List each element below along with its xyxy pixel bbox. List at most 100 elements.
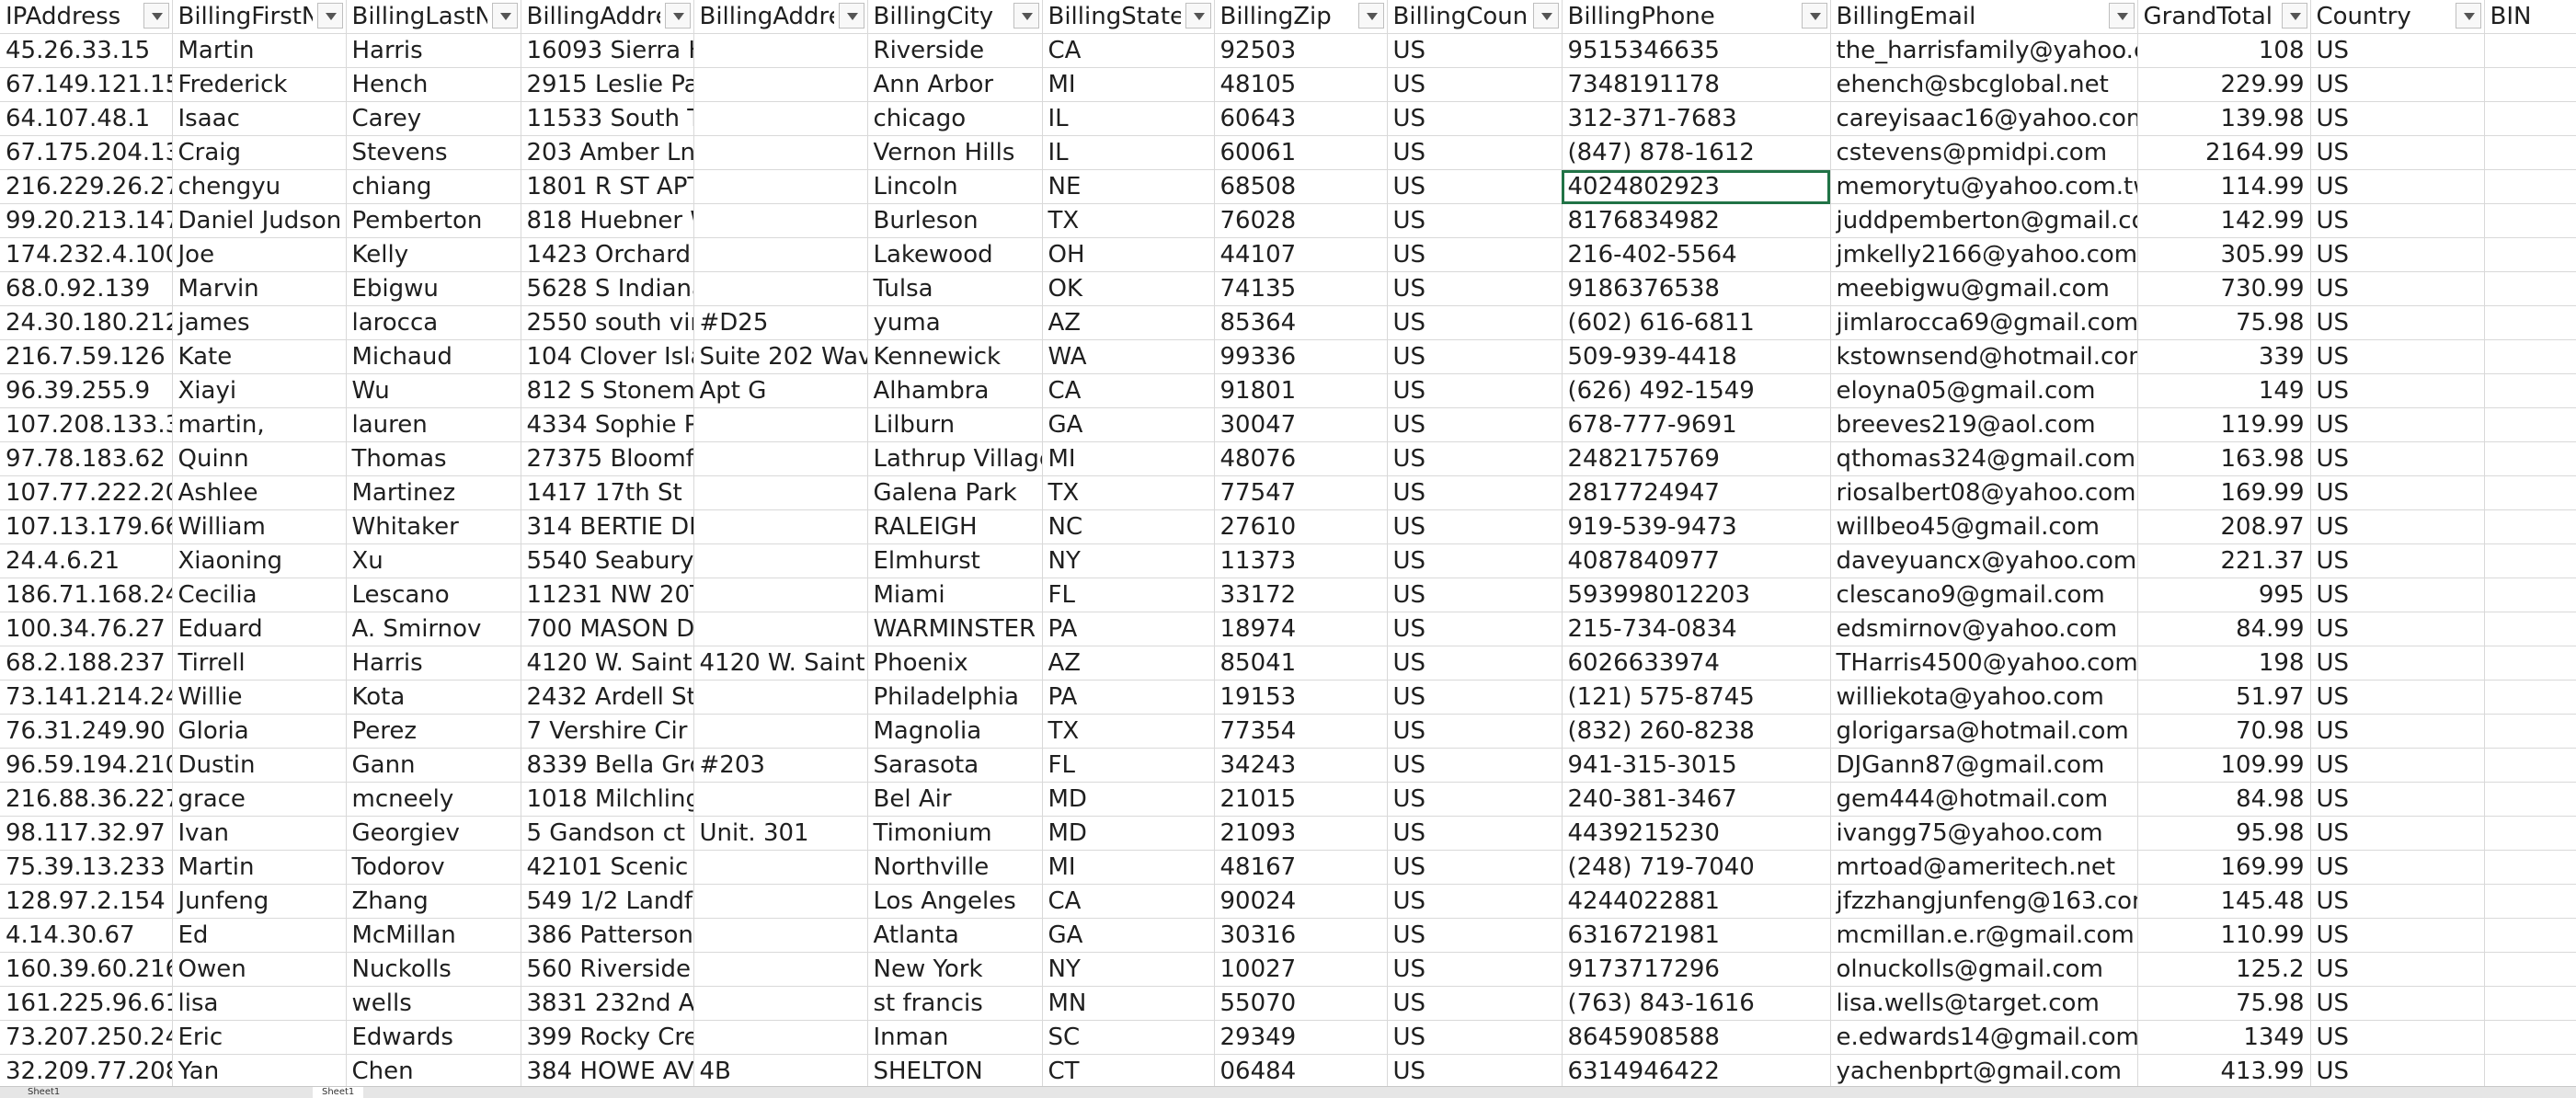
table-cell[interactable]: MI — [1042, 441, 1215, 476]
table-cell[interactable]: 73.207.250.248 — [0, 1020, 173, 1055]
table-cell[interactable] — [693, 884, 868, 919]
table-cell[interactable]: US — [1387, 850, 1563, 885]
table-cell[interactable]: ehench@sbcglobal.net — [1830, 67, 2138, 102]
table-cell[interactable]: 160.39.60.216 — [0, 952, 173, 987]
table-cell[interactable] — [2484, 646, 2576, 681]
table-cell[interactable]: (602) 616-6811 — [1562, 305, 1831, 340]
table-cell[interactable]: mrtoad@ameritech.net — [1830, 850, 2138, 885]
table-cell[interactable] — [2484, 441, 2576, 476]
table-cell[interactable] — [2484, 543, 2576, 578]
table-cell[interactable]: 42101 Scenic Lane — [521, 850, 694, 885]
table-cell[interactable]: 560 Riverside Dr — [521, 952, 694, 987]
table-cell[interactable]: US — [1387, 169, 1563, 204]
table-cell[interactable]: Kota — [346, 680, 521, 715]
table-cell[interactable] — [693, 918, 868, 953]
table-cell[interactable]: US — [2310, 271, 2485, 306]
table-cell[interactable]: Northville — [867, 850, 1043, 885]
table-cell[interactable]: 6314946422 — [1562, 1054, 1831, 1086]
table-cell[interactable]: 203 Amber Ln — [521, 135, 694, 170]
table-cell[interactable]: 9515346635 — [1562, 33, 1831, 68]
table-cell[interactable]: (626) 492-1549 — [1562, 373, 1831, 408]
table-cell[interactable] — [693, 33, 868, 68]
table-cell[interactable]: 27610 — [1214, 509, 1388, 544]
table-cell[interactable]: 5628 S Indianapolis — [521, 271, 694, 306]
table-cell[interactable] — [693, 203, 868, 238]
table-cell[interactable]: 100.34.76.27 — [0, 612, 173, 646]
table-cell[interactable]: NY — [1042, 543, 1215, 578]
table-cell[interactable]: WARMINSTER — [867, 612, 1043, 646]
table-cell[interactable] — [693, 271, 868, 306]
table-cell[interactable]: (832) 260-8238 — [1562, 714, 1831, 749]
table-cell[interactable] — [693, 237, 868, 272]
table-cell[interactable]: US — [2310, 646, 2485, 681]
table-cell[interactable]: Xiayi — [172, 373, 347, 408]
table-cell[interactable]: US — [1387, 441, 1563, 476]
table-cell[interactable] — [2484, 952, 2576, 987]
table-cell[interactable] — [2484, 578, 2576, 612]
table-cell[interactable]: Thomas — [346, 441, 521, 476]
table-cell[interactable]: 1417 17th St — [521, 475, 694, 510]
table-cell[interactable]: Xiaoning — [172, 543, 347, 578]
table-cell[interactable] — [2484, 237, 2576, 272]
table-cell[interactable]: 139.98 — [2137, 101, 2311, 136]
filter-dropdown-icon[interactable] — [1801, 3, 1827, 29]
table-cell[interactable]: MN — [1042, 986, 1215, 1021]
column-header[interactable]: BillingCity — [867, 0, 1043, 34]
table-cell[interactable]: 48167 — [1214, 850, 1388, 885]
table-cell[interactable]: 995 — [2137, 578, 2311, 612]
table-cell[interactable]: 4B — [693, 1054, 868, 1086]
table-cell[interactable]: 169.99 — [2137, 475, 2311, 510]
table-cell[interactable]: 16093 Sierra Heights — [521, 33, 694, 68]
table-cell[interactable]: 5 Gandson ct — [521, 816, 694, 851]
table-cell[interactable]: US — [1387, 884, 1563, 919]
table-cell[interactable]: US — [2310, 33, 2485, 68]
table-cell[interactable]: TX — [1042, 203, 1215, 238]
table-cell[interactable]: Unit. 301 — [693, 816, 868, 851]
table-cell[interactable]: 384 HOWE AVE — [521, 1054, 694, 1086]
table-cell[interactable]: 2164.99 — [2137, 135, 2311, 170]
table-cell[interactable]: Atlanta — [867, 918, 1043, 953]
table-cell[interactable]: olnuckolls@gmail.com — [1830, 952, 2138, 987]
table-cell[interactable]: Gann — [346, 748, 521, 783]
filter-dropdown-icon[interactable] — [1013, 3, 1039, 29]
table-cell[interactable] — [693, 714, 868, 749]
table-cell[interactable]: 215-734-0834 — [1562, 612, 1831, 646]
table-cell[interactable]: CA — [1042, 373, 1215, 408]
table-cell[interactable]: Martin — [172, 850, 347, 885]
table-cell[interactable]: meebigwu@gmail.com — [1830, 271, 2138, 306]
table-cell[interactable]: 109.99 — [2137, 748, 2311, 783]
table-cell[interactable]: AZ — [1042, 646, 1215, 681]
spreadsheet-grid[interactable]: IPAddress BillingFirstName BillingLastName… — [0, 0, 2576, 1086]
table-cell[interactable]: jimlarocca69@gmail.com — [1830, 305, 2138, 340]
table-cell[interactable]: 27375 Bloomfield — [521, 441, 694, 476]
table-cell[interactable]: US — [2310, 509, 2485, 544]
table-cell[interactable]: Kate — [172, 339, 347, 374]
table-cell[interactable]: kstownsend@hotmail.com — [1830, 339, 2138, 374]
table-cell[interactable]: 169.99 — [2137, 850, 2311, 885]
table-cell[interactable]: 06484 — [1214, 1054, 1388, 1086]
table-cell[interactable]: US — [2310, 203, 2485, 238]
table-cell[interactable]: 73.141.214.242 — [0, 680, 173, 715]
table-cell[interactable]: 60643 — [1214, 101, 1388, 136]
table-cell[interactable]: 9186376538 — [1562, 271, 1831, 306]
table-cell[interactable]: 6316721981 — [1562, 918, 1831, 953]
table-cell[interactable] — [693, 509, 868, 544]
table-cell[interactable]: st francis — [867, 986, 1043, 1021]
table-cell[interactable]: Philadelphia — [867, 680, 1043, 715]
table-cell[interactable]: 163.98 — [2137, 441, 2311, 476]
table-cell[interactable]: 18974 — [1214, 612, 1388, 646]
table-cell[interactable]: 119.99 — [2137, 407, 2311, 442]
table-cell[interactable]: Lilburn — [867, 407, 1043, 442]
table-cell[interactable]: 85041 — [1214, 646, 1388, 681]
table-cell[interactable]: 99336 — [1214, 339, 1388, 374]
table-cell[interactable]: 11231 NW 20TH — [521, 578, 694, 612]
table-cell[interactable]: US — [2310, 543, 2485, 578]
column-header[interactable]: BillingState — [1042, 0, 1215, 34]
table-cell[interactable]: 919-539-9473 — [1562, 509, 1831, 544]
table-cell[interactable]: Hench — [346, 67, 521, 102]
table-cell[interactable]: #D25 — [693, 305, 868, 340]
table-cell[interactable]: 114.99 — [2137, 169, 2311, 204]
table-cell[interactable]: US — [2310, 339, 2485, 374]
table-cell[interactable]: 30047 — [1214, 407, 1388, 442]
table-cell[interactable]: edsmirnov@yahoo.com — [1830, 612, 2138, 646]
